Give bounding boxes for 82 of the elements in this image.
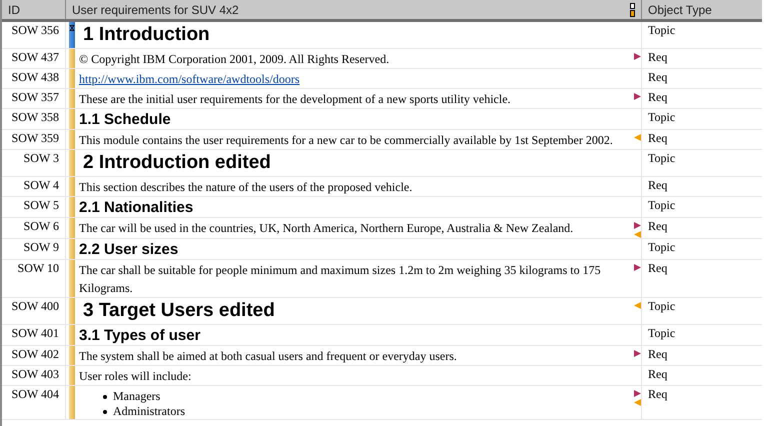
outgoing-link-icon[interactable]	[634, 53, 641, 60]
table-row[interactable]: SOW 10 The car shall be suitable for people minimum and maximum sizes 1.2m to 2m weighing 35 kilograms to 175 Kilograms. Req	[2, 260, 762, 298]
heading: 2.2 User sizes	[79, 241, 178, 258]
requirement-text: The car will be used in the countries, UK, North America, Northern Europe, Australia & New Zealand.	[79, 221, 574, 235]
id-cell: SOW 9	[2, 239, 66, 259]
type-cell-text: Req	[647, 260, 668, 277]
type-cell-text: Topic	[647, 197, 676, 214]
heading: 2 Introduction edited	[82, 152, 271, 173]
type-cell-text: Req	[647, 177, 668, 194]
type-cell-text: Topic	[647, 150, 676, 167]
type-cell-text: Topic	[647, 239, 676, 256]
outgoing-link-icon[interactable]	[634, 264, 641, 271]
type-cell-text: Topic	[647, 109, 676, 126]
column-resize-icon[interactable]	[630, 2, 635, 16]
table-row[interactable]: SOW 357 These are the initial user requirements for the development of a new sports utility vehicle. Req	[2, 89, 762, 109]
column-header[interactable]: ID	[2, 0, 66, 19]
requirement-text: This section describes the nature of the users of the proposed vehicle.	[79, 180, 412, 194]
table-row[interactable]: SOW 356 1 Introduction Topic	[2, 22, 762, 49]
id-cell: SOW 437	[2, 49, 66, 68]
table-row[interactable]: SOW 6 The car will be used in the countries, UK, North America, Northern Europe, Australia & New Zealand. Req	[2, 218, 762, 239]
outgoing-link-icon[interactable]	[634, 93, 641, 100]
bullet-icon	[103, 394, 107, 398]
id-cell: SOW 4	[2, 177, 66, 196]
type-cell-text: Req	[647, 89, 668, 106]
table-row[interactable]: SOW 403 User roles will include: Req	[2, 366, 762, 386]
type-cell-text: Req	[647, 130, 668, 147]
list-item: Managers	[113, 389, 160, 404]
requirement-text: These are the initial user requirements for the development of a new sports utility vehicle.	[79, 92, 511, 106]
id-cell: SOW 6	[2, 218, 66, 238]
id-cell: SOW 356	[2, 22, 66, 48]
link[interactable]: http://www.ibm.com/software/awdtools/doors	[79, 72, 300, 86]
table-row[interactable]: SOW 9 2.2 User sizes Topic	[2, 239, 762, 260]
id-cell: SOW 3	[2, 150, 66, 176]
outgoing-link-icon[interactable]	[634, 350, 641, 357]
table-row[interactable]: SOW 400 3 Target Users edited Topic	[2, 298, 762, 325]
table-row[interactable]: SOW 5 2.1 Nationalities Topic	[2, 197, 762, 218]
heading: 3.1 Types of user	[79, 327, 200, 344]
requirement-text: © Copyright IBM Corporation 2001, 2009. All Rights Reserved.	[79, 52, 390, 66]
outgoing-link-icon[interactable]	[634, 390, 641, 397]
table-row[interactable]: SOW 4 This section describes the nature of the users of the proposed vehicle. Req	[2, 177, 762, 197]
type-cell-text: Req	[647, 366, 668, 383]
requirement-text: This module contains the user requirements for a new car to be commercially available by 1st September 2002.	[79, 133, 613, 147]
outgoing-link-icon[interactable]	[634, 222, 641, 229]
type-cell-text: Topic	[647, 325, 676, 342]
list-item: Administrators	[113, 404, 185, 419]
table-row[interactable]: SOW 437 © Copyright IBM Corporation 2001, 2009. All Rights Reserved. Req	[2, 49, 762, 69]
column-header[interactable]: User requirements for SUV 4x2	[72, 0, 239, 18]
id-cell: SOW 5	[2, 197, 66, 217]
heading: 3 Target Users edited	[82, 300, 275, 321]
id-cell: SOW 10	[2, 260, 66, 297]
table-row[interactable]: SOW 438 http://www.ibm.com/software/awdtools/doors Req	[2, 69, 762, 89]
heading: 2.1 Nationalities	[79, 199, 194, 216]
table-row[interactable]: SOW 3 2 Introduction edited Topic	[2, 150, 762, 177]
type-cell-text: Req	[647, 346, 668, 363]
hourglass-icon	[69, 24, 75, 32]
type-cell-text: Req	[647, 49, 668, 66]
type-cell-text: Req	[647, 69, 668, 86]
requirement-text: The car shall be suitable for people minimum and maximum sizes 1.2m to 2m weighing 35 kilograms to 175 Kilograms.	[79, 263, 601, 295]
id-cell: SOW 402	[2, 346, 66, 365]
table-row[interactable]: SOW 402 The system shall be aimed at both casual users and frequent or everyday users. Req	[2, 346, 762, 366]
type-cell-text: Req	[647, 218, 668, 235]
table-row[interactable]: SOW 404 Managers Administrators Req	[2, 386, 762, 420]
id-cell: SOW 400	[2, 298, 66, 324]
id-cell: SOW 358	[2, 109, 66, 129]
heading: 1 Introduction	[82, 24, 210, 45]
id-cell: SOW 403	[2, 366, 66, 385]
type-cell-text: Req	[647, 386, 668, 403]
id-cell: SOW 401	[2, 325, 66, 345]
requirement-text: User roles will include:	[79, 369, 192, 383]
id-cell: SOW 359	[2, 130, 66, 149]
column-header[interactable]: Object Type	[642, 0, 762, 19]
id-cell: SOW 438	[2, 69, 66, 88]
heading: 1.1 Schedule	[79, 111, 171, 128]
bullet-icon	[103, 410, 107, 414]
type-cell-text: Topic	[647, 22, 676, 39]
table-row[interactable]: SOW 359 This module contains the user requirements for a new car to be commercially available by 1st September 2002. Req	[2, 130, 762, 150]
table-row[interactable]: SOW 358 1.1 Schedule Topic	[2, 109, 762, 130]
table-row[interactable]: SOW 401 3.1 Types of user Topic	[2, 325, 762, 346]
id-cell: SOW 404	[2, 386, 66, 419]
type-cell-text: Topic	[647, 298, 676, 315]
id-cell: SOW 357	[2, 89, 66, 108]
requirement-text: The system shall be aimed at both casual users and frequent or everyday users.	[79, 349, 457, 363]
